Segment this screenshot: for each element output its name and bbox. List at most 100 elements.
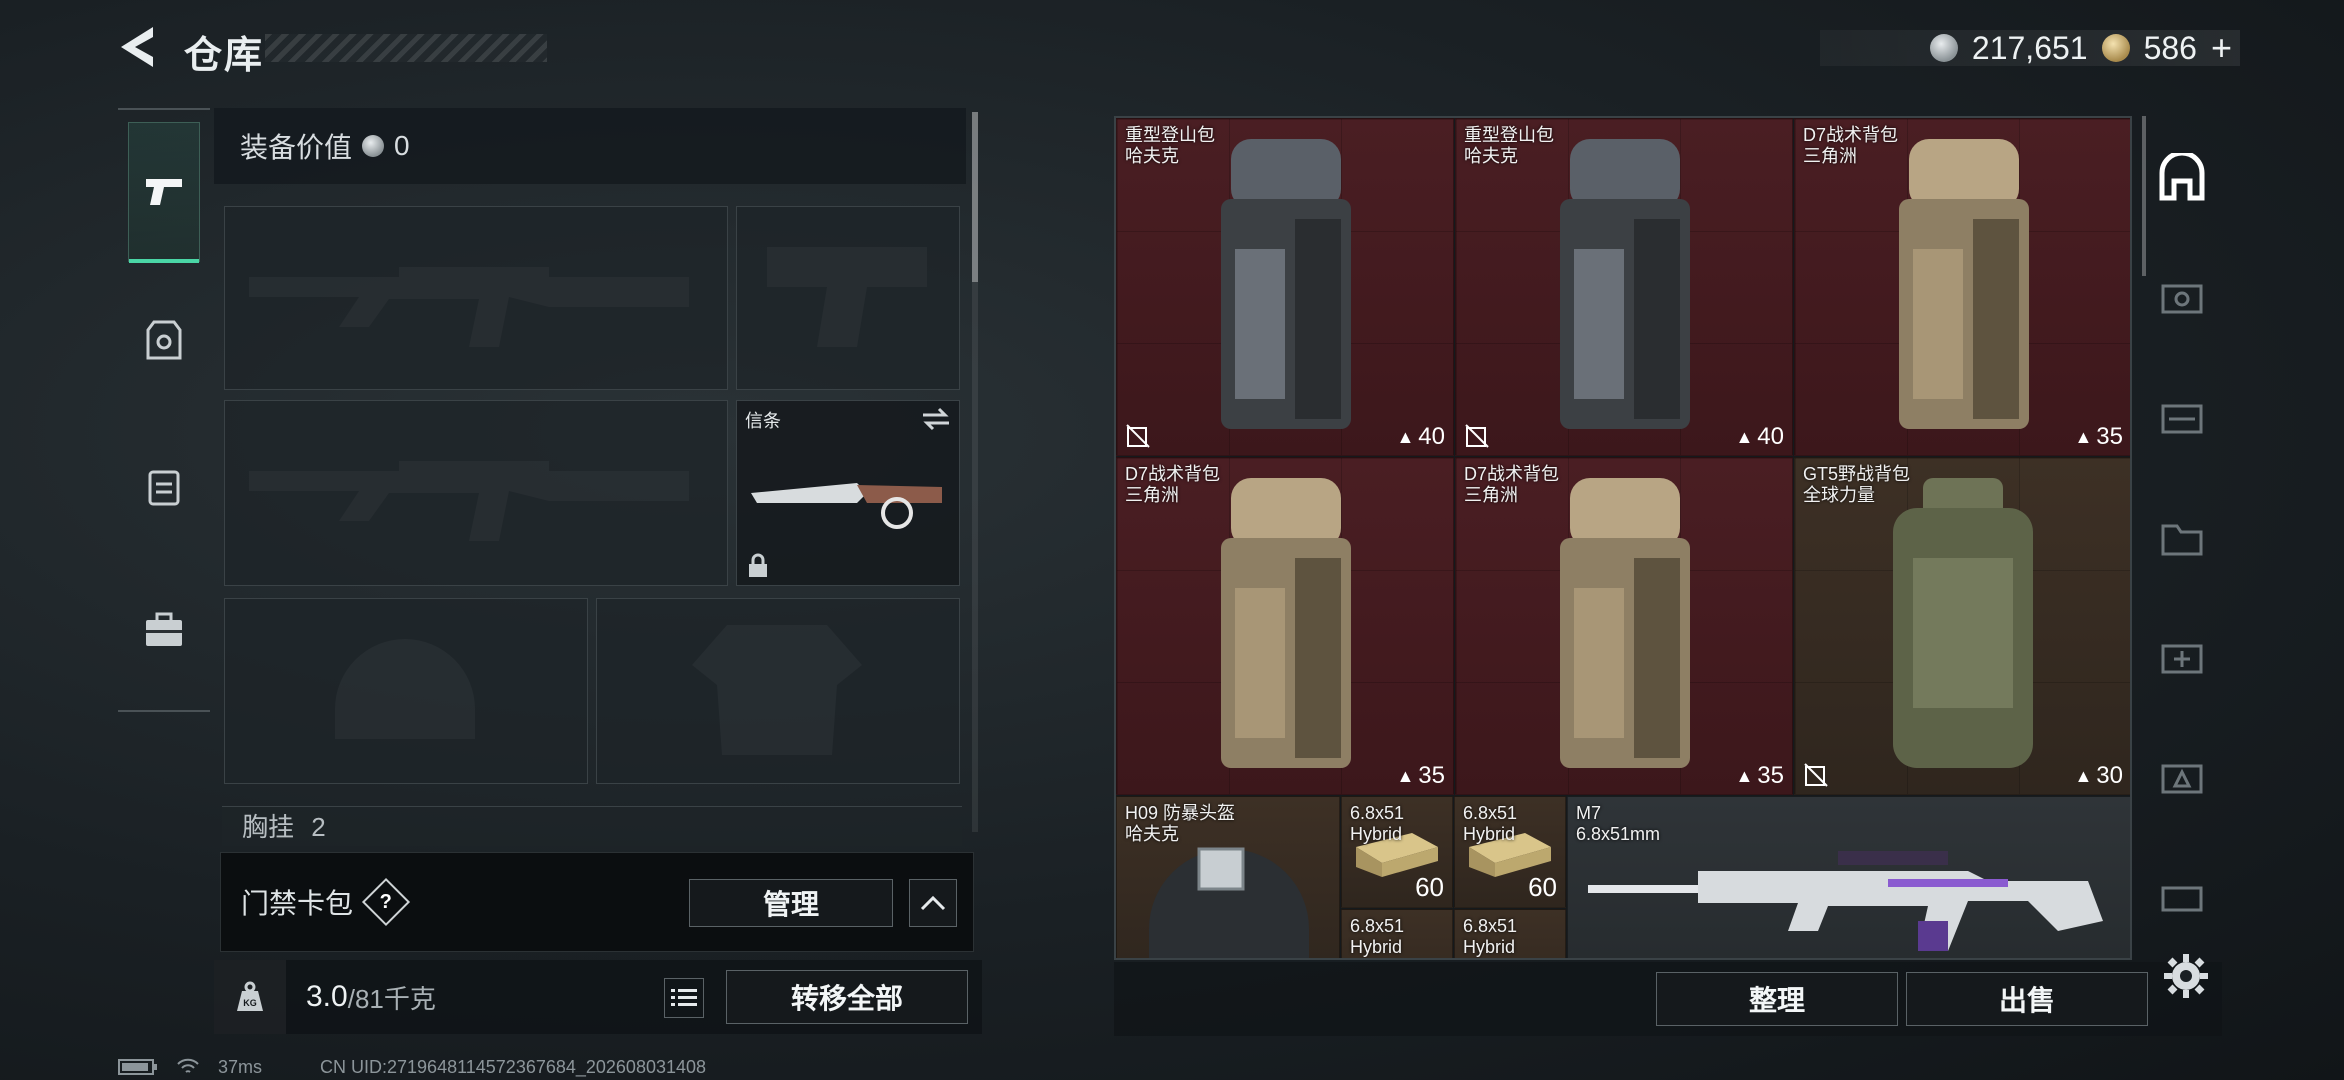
rifle-silhouette-icon [249,461,689,541]
heavy-backpack-icon [1560,139,1690,429]
weight-bar: KG 3.0 /81千克 转移全部 [214,960,982,1034]
home-storage-icon [2159,153,2205,201]
equipment-scroll-thumb[interactable] [972,112,978,282]
storage-item[interactable]: 重型登山包 哈夫克 ▲ 40 [1116,118,1454,456]
medical-icon [2161,644,2203,674]
item-name: 6.8x51 [1463,916,1518,936]
item-brand: 三角洲 [1125,485,1179,505]
chevron-up-icon [920,895,946,911]
tab-weapons[interactable] [128,122,200,263]
help-button[interactable]: ? [361,877,411,927]
tab-weapons-storage[interactable] [2150,266,2214,330]
item-capacity: ▲ 40 [1735,423,1784,450]
tactical-backpack-icon [1560,478,1690,768]
item-brand: Hybrid [1463,937,1516,957]
rifle-m7-icon [1588,851,2103,951]
sell-button[interactable]: 出售 [1906,972,2148,1026]
transfer-all-button[interactable]: 转移全部 [726,970,968,1024]
item-capacity: ▲ 30 [2074,762,2123,789]
capacity-icon: ▲ [1396,765,1415,786]
collapse-button[interactable] [909,879,957,927]
item-capacity: ▲ 40 [1396,423,1445,450]
left-sidebar [118,108,210,712]
item-name: 重型登山包 [1464,125,1554,145]
storage-item[interactable]: M7 6.8x51mm [1567,796,2130,958]
storage-item[interactable]: D7战术背包 三角洲 ▲ 35 [1116,457,1454,795]
weight-current: 3.0 [306,980,348,1013]
storage-item[interactable]: D7战术背包 三角洲 ▲ 35 [1455,457,1793,795]
help-icon: ? [379,890,393,913]
helmet-silhouette-icon [335,639,475,739]
item-brand: 哈夫克 [1464,146,1518,166]
tactical-backpack-icon [1221,478,1351,768]
ping-text: 37ms [218,1056,263,1077]
melee-slot[interactable]: 信条 [736,400,960,586]
capacity-icon: ▲ [1735,765,1754,786]
chest-rig-count: 2 [311,812,326,842]
capacity-icon: ▲ [2074,765,2093,786]
storage-item[interactable]: 6.8x51 Hybrid [1454,909,1566,958]
tab-equipment-storage[interactable] [2150,746,2214,810]
swap-icon[interactable] [921,407,951,431]
item-name: 6.8x51 [1350,916,1405,936]
capacity-icon: ▲ [1396,426,1415,447]
gear-icon [2164,954,2208,998]
item-count: 60 [1415,872,1444,902]
storage-item[interactable]: 6.8x51 Hybrid 60 [1454,796,1566,908]
tab-all-storage[interactable] [2150,146,2214,210]
tab-misc-storage[interactable] [2150,864,2214,928]
sidearm-slot[interactable] [736,206,960,390]
equipment-value-bar: 装备价值 0 [214,108,966,184]
item-name: GT5野战背包 [1803,464,1911,484]
ammo-storage-icon [2161,404,2203,434]
secondary-weapon-slot[interactable] [224,400,728,586]
item-capacity: ▲ 35 [1396,762,1445,789]
sort-button[interactable]: 整理 [1656,972,1898,1026]
pistol-icon [146,179,182,205]
item-brand: 哈夫克 [1125,824,1179,844]
primary-weapon-slot[interactable] [224,206,728,390]
manage-button[interactable]: 管理 [689,879,893,927]
helmet-slot[interactable] [224,598,588,784]
untradeable-icon [1465,424,1489,448]
list-view-button[interactable] [664,978,704,1018]
tab-documents-storage[interactable] [2150,506,2214,570]
item-brand: Hybrid [1350,824,1403,844]
uid-text: CN UID:2719648114572367684_202608031408 [320,1056,707,1077]
storage-item[interactable]: H09 防暴头盔 哈夫克 [1116,796,1340,958]
chest-rig-label: 胸挂 [242,812,295,842]
tab-ammo-storage[interactable] [2150,386,2214,450]
svg-text:KG: KG [243,998,257,1008]
storage-item[interactable]: GT5野战背包 全球力量 ▲ 30 [1794,457,2130,795]
item-brand: 三角洲 [1803,146,1857,166]
body-armor-slot[interactable] [596,598,960,784]
item-brand: 全球力量 [1803,485,1875,505]
currency-primary: 217,651 [1971,29,2088,66]
storage-item[interactable]: 重型登山包 哈夫克 ▲ 40 [1455,118,1793,456]
item-capacity: ▲ 35 [1735,762,1784,789]
tab-backpack[interactable] [128,416,200,556]
item-name: M7 [1576,803,1602,823]
currency-secondary: 586 [2143,29,2197,66]
keycard-bar: 门禁卡包 ? 管理 [220,852,974,952]
settings-button[interactable] [2160,950,2212,1002]
item-name: 6.8x51 [1463,803,1518,823]
capacity-icon: ▲ [2074,426,2093,447]
storage-item[interactable]: 6.8x51 Hybrid 60 [1341,796,1453,908]
storage-item[interactable]: 6.8x51 Hybrid [1341,909,1453,958]
storage-item[interactable]: D7战术背包 三角洲 ▲ 35 [1794,118,2130,456]
add-currency-button[interactable]: + [2211,27,2232,69]
tab-case[interactable] [128,560,200,700]
item-brand: 三角洲 [1464,485,1518,505]
weight-icon: KG [214,960,286,1034]
field-backpack-icon [1893,478,2033,768]
storage-category-sidebar [2144,116,2220,960]
armor-icon [146,320,182,360]
silver-coin-icon [362,135,385,157]
tab-armor[interactable] [128,270,200,410]
tab-medical-storage[interactable] [2150,626,2214,690]
title-decoration [265,34,547,62]
weapon-storage-icon [2161,284,2203,314]
chest-rig-slot[interactable]: 胸挂 2 [222,806,962,846]
back-button[interactable] [112,22,162,72]
